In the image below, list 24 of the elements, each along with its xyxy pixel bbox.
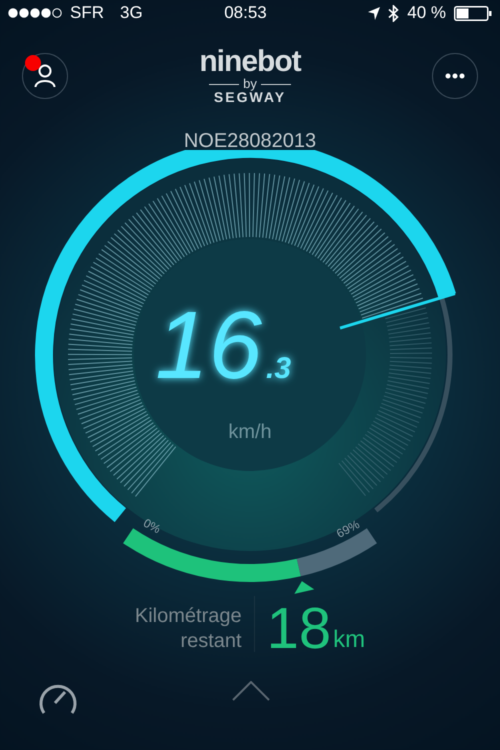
profile-button[interactable] bbox=[22, 53, 68, 99]
more-icon bbox=[445, 73, 465, 79]
chevron-up-icon[interactable] bbox=[232, 681, 270, 701]
network-type: 3G bbox=[120, 2, 143, 24]
battery-end-label: 69% bbox=[334, 517, 362, 541]
brand-logo: ninebot by SEGWAY bbox=[199, 46, 301, 106]
person-icon bbox=[34, 64, 56, 88]
device-id: NOE28082013 bbox=[184, 130, 316, 152]
speed-decimal: .3 bbox=[266, 352, 292, 385]
battery-marker bbox=[294, 581, 314, 594]
clock-time: 08:53 bbox=[224, 2, 267, 24]
signal-icon bbox=[8, 8, 62, 18]
speed-value: 16 bbox=[155, 292, 262, 399]
battery-icon bbox=[454, 6, 492, 20]
range-label: Kilométrage restant bbox=[134, 604, 242, 654]
range-value: 18 bbox=[266, 600, 332, 658]
bluetooth-icon bbox=[388, 4, 400, 22]
more-button[interactable] bbox=[432, 53, 478, 99]
speed-unit: km/h bbox=[228, 421, 272, 443]
carrier-name: SFR bbox=[70, 2, 104, 24]
location-icon bbox=[368, 6, 380, 20]
range-unit: km bbox=[333, 625, 366, 655]
battery-start-label: 0% bbox=[141, 516, 163, 536]
battery-percent: 40 % bbox=[407, 2, 446, 24]
